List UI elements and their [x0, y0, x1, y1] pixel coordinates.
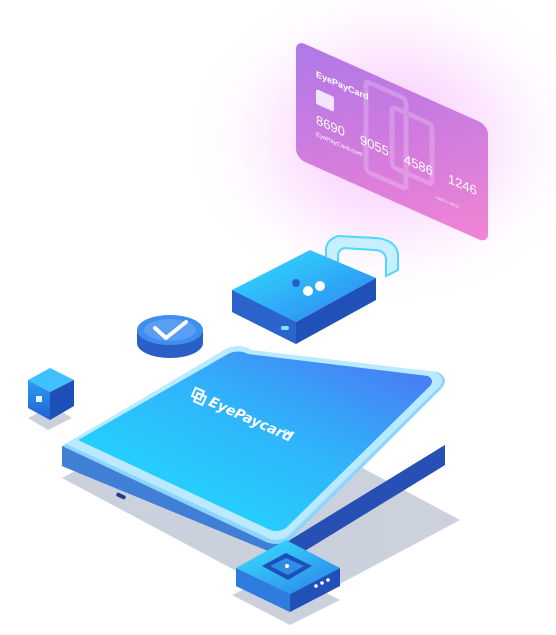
payment-illustration: EyePayCard 8690 9055 4586 1246 EyePayCar… — [0, 0, 556, 635]
cube-icon — [28, 368, 74, 420]
checkmark-badge-icon — [137, 315, 203, 358]
illustration-canvas: EyePayCard 8690 9055 4586 1246 EyePayCar… — [28, 0, 556, 625]
